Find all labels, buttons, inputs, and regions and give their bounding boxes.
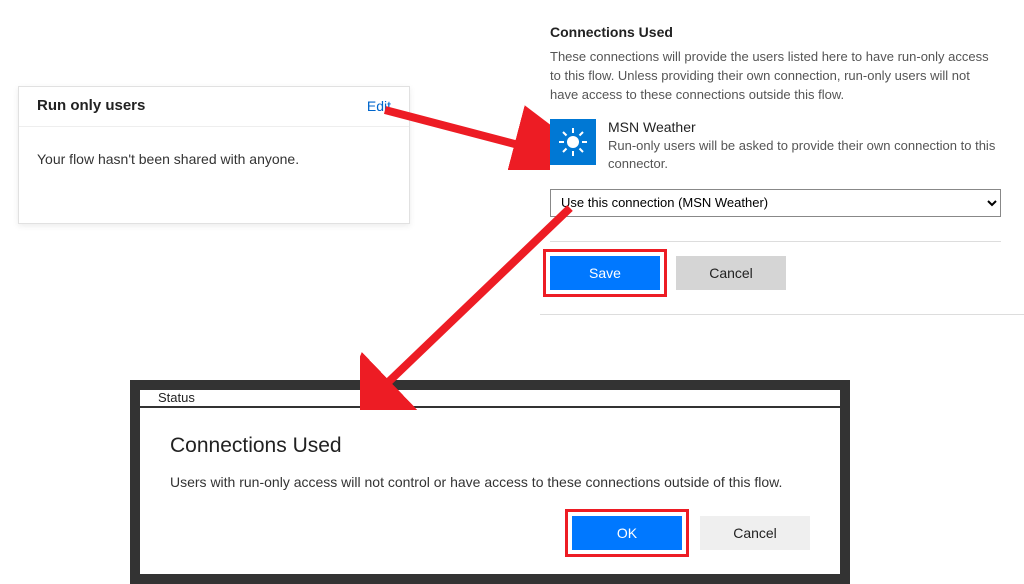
save-button[interactable]: Save <box>550 256 660 290</box>
run-only-users-card: Run only users Edit Your flow hasn't bee… <box>18 86 410 224</box>
connections-dialog: Connections Used Users with run-only acc… <box>140 408 840 574</box>
connector-name: MSN Weather <box>608 119 1001 135</box>
dialog-title: Connections Used <box>170 434 810 458</box>
connection-dropdown[interactable]: Use this connection (MSN Weather) <box>550 189 1001 217</box>
dialog-text: Users with run-only access will not cont… <box>170 474 810 490</box>
dialog-button-row: OK Cancel <box>170 516 810 550</box>
dialog-overlay: Status Connections Used Users with run-o… <box>130 380 850 584</box>
run-only-users-title: Run only users <box>37 97 145 114</box>
card-header: Run only users Edit <box>19 87 409 127</box>
weather-icon <box>550 119 596 165</box>
connector-row: MSN Weather Run-only users will be asked… <box>550 119 1001 173</box>
connector-subtext: Run-only users will be asked to provide … <box>608 137 1001 173</box>
connections-used-panel: Connections Used These connections will … <box>540 0 1024 315</box>
status-strip: Status <box>140 390 840 406</box>
cancel-button[interactable]: Cancel <box>676 256 786 290</box>
divider <box>550 241 1001 242</box>
ok-button[interactable]: OK <box>572 516 682 550</box>
panel-button-row: Save Cancel <box>550 256 1001 290</box>
run-only-users-body: Your flow hasn't been shared with anyone… <box>19 127 409 191</box>
connections-description: These connections will provide the users… <box>550 48 1001 105</box>
edit-link[interactable]: Edit <box>367 98 391 114</box>
connector-text: MSN Weather Run-only users will be asked… <box>608 119 1001 173</box>
dialog-cancel-button[interactable]: Cancel <box>700 516 810 550</box>
connections-section-title: Connections Used <box>550 24 1001 40</box>
